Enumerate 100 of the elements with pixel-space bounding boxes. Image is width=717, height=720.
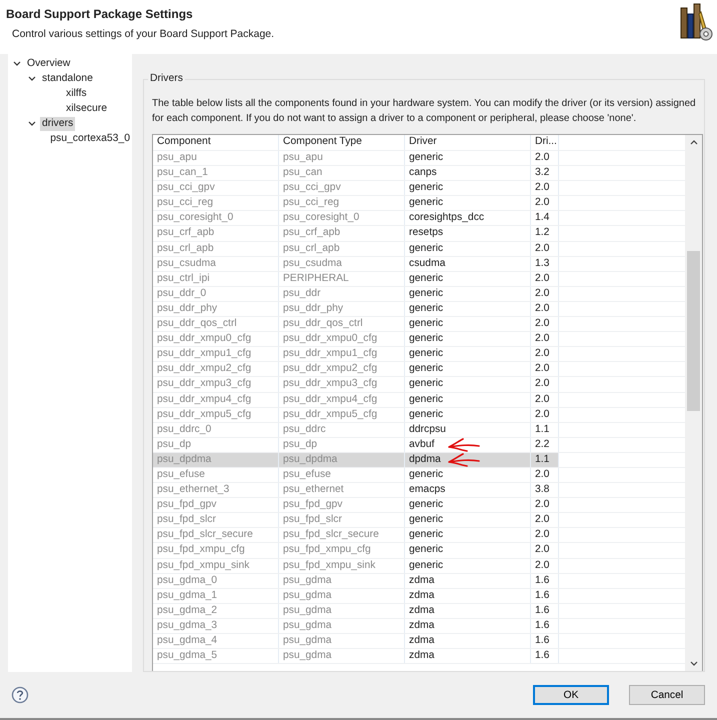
table-cell: psu_ddr_xmpu1_cfg [279, 347, 405, 362]
table-cell: 2.0 [531, 408, 559, 422]
table-row[interactable]: psu_ddr_0 psu_ddr generic 2.0 [153, 286, 685, 302]
table-cell: csudma [409, 258, 446, 269]
table-row[interactable]: psu_apu psu_apu generic 2.0 [153, 151, 685, 166]
table-cell: psu_can_1 [153, 166, 279, 180]
table-row[interactable]: psu_coresight_0 psu_coresight_0 coresightps_dcc 1.4 [153, 211, 685, 226]
dialog-button[interactable]: OK [533, 685, 609, 705]
table-cell: psu_efuse [279, 468, 405, 482]
table-row[interactable]: psu_crl_apb psu_crl_apb generic 2.0 [153, 242, 685, 257]
table-cell: psu_dpdma [279, 452, 405, 467]
column-header[interactable]: Component [153, 135, 279, 150]
chevron-icon[interactable] [27, 74, 37, 84]
table-cell: 2.0 [531, 286, 559, 301]
table-row[interactable]: psu_ctrl_ipi PERIPHERAL generic 2.0 [153, 272, 685, 287]
table-row[interactable]: psu_crf_apb psu_crf_apb resetps 1.2 [153, 226, 685, 242]
table-cell: psu_csudma [279, 256, 405, 271]
table-row[interactable]: psu_fpd_slcr_secure psu_fpd_slcr_secure generic 2.0 [153, 528, 685, 544]
tree-item[interactable]: drivers [40, 116, 76, 130]
table-cell: 2.0 [531, 347, 559, 362]
table-cell: 1.3 [531, 256, 559, 271]
table-cell: psu_gdma_4 [153, 634, 279, 648]
table-row[interactable]: psu_gdma_3 psu_gdma zdma 1.6 [153, 618, 685, 634]
scroll-up-icon[interactable] [688, 138, 698, 146]
table-cell: generic [409, 152, 444, 163]
table-cell: coresightps_dcc [409, 212, 484, 224]
table-cell: 1.6 [531, 574, 559, 588]
table-cell: psu_efuse [153, 468, 279, 482]
table-row[interactable]: psu_ddr_qos_ctrl psu_ddr_qos_ctrl generic 2.0 [153, 317, 685, 332]
table-cell: psu_ddr_xmpu4_cfg [279, 392, 405, 407]
table-cell: generic [409, 363, 444, 374]
chevron-icon[interactable] [12, 58, 22, 68]
column-header[interactable]: Driver [405, 135, 531, 150]
table-row[interactable]: psu_ethernet_3 psu_ethernet emacps 3.8 [153, 483, 685, 498]
scroll-thumb[interactable] [687, 251, 700, 411]
table-cell: psu_ddr_xmpu5_cfg [153, 408, 279, 422]
dialog-button[interactable]: Cancel [629, 685, 705, 705]
help-icon[interactable] [11, 686, 29, 704]
table-row[interactable]: psu_can_1 psu_can canps 3.2 [153, 166, 685, 182]
table-row[interactable]: psu_gdma_1 psu_gdma zdma 1.6 [153, 588, 685, 604]
table-cell: psu_gdma [279, 604, 405, 618]
table-cell: 1.1 [531, 452, 559, 467]
table-row[interactable]: psu_ddr_xmpu5_cfg psu_ddr_xmpu5_cfg generic 2.0 [153, 408, 685, 423]
column-header[interactable]: Dri... [531, 135, 559, 150]
table-row[interactable]: psu_efuse psu_efuse generic 2.0 [153, 468, 685, 484]
table-row[interactable]: psu_gdma_4 psu_gdma zdma 1.6 [153, 634, 685, 650]
scrollbar[interactable] [685, 135, 702, 671]
table-cell: generic [409, 318, 444, 330]
table-row[interactable]: psu_ddr_xmpu1_cfg psu_ddr_xmpu1_cfg generic 2.0 [153, 347, 685, 362]
table-row[interactable]: psu_cci_gpv psu_cci_gpv generic 2.0 [153, 181, 685, 196]
table-cell: 2.0 [531, 302, 559, 316]
table-cell: 1.6 [531, 634, 559, 648]
table-cell: psu_gdma [279, 588, 405, 603]
tree-item[interactable]: xilffs [64, 86, 89, 100]
table-cell: generic [409, 302, 444, 314]
column-header[interactable]: Component Type [279, 135, 405, 150]
scroll-down-icon[interactable] [688, 660, 698, 668]
table-row[interactable]: psu_fpd_xmpu_sink psu_fpd_xmpu_sink generic 2.0 [153, 558, 685, 574]
table-row[interactable]: psu_gdma_0 psu_gdma zdma 1.6 [153, 574, 685, 589]
table-row[interactable]: psu_csudma psu_csudma csudma 1.3 [153, 256, 685, 272]
table-row[interactable]: psu_cci_reg psu_cci_reg generic 2.0 [153, 196, 685, 212]
table-cell: psu_crf_apb [153, 226, 279, 241]
table-cell: psu_ddrc [279, 422, 405, 437]
table-row[interactable]: psu_ddrc_0 psu_ddrc ddrcpsu 1.1 [153, 422, 685, 438]
tree-item[interactable]: xilsecure [64, 102, 109, 116]
table-cell: 2.0 [531, 272, 559, 286]
table-cell: 2.0 [531, 181, 559, 196]
table-row[interactable]: psu_fpd_xmpu_cfg psu_fpd_xmpu_cfg generic 2.0 [153, 543, 685, 559]
table-row[interactable]: psu_ddr_xmpu2_cfg psu_ddr_xmpu2_cfg generic 2.0 [153, 362, 685, 378]
tree-item[interactable]: psu_cortexa53_0 [48, 132, 132, 146]
table-cell: resetps [409, 227, 444, 238]
table-row[interactable]: psu_fpd_gpv psu_fpd_gpv generic 2.0 [153, 498, 685, 514]
table-row[interactable]: psu_fpd_slcr psu_fpd_slcr generic 2.0 [153, 513, 685, 528]
table-row[interactable]: psu_ddr_xmpu4_cfg psu_ddr_xmpu4_cfg generic 2.0 [153, 392, 685, 408]
table-row[interactable]: psu_dpdma psu_dpdma dpdma 1.1 [153, 452, 685, 468]
table-cell: psu_gdma [279, 574, 405, 588]
table-cell: psu_ddr_phy [279, 302, 405, 316]
table-cell: psu_dp [153, 438, 279, 452]
chevron-icon[interactable] [27, 118, 37, 128]
table-cell: 2.0 [531, 242, 559, 256]
table-row[interactable]: psu_ddr_xmpu3_cfg psu_ddr_xmpu3_cfg generic 2.0 [153, 377, 685, 392]
table-cell: 2.0 [531, 528, 559, 542]
tree-item[interactable]: standalone [40, 72, 95, 86]
table-cell: 2.0 [531, 317, 559, 332]
table-row[interactable]: psu_ddr_phy psu_ddr_phy generic 2.0 [153, 302, 685, 318]
table-cell: psu_ddr_xmpu1_cfg [153, 347, 279, 362]
table-row[interactable]: psu_gdma_2 psu_gdma zdma 1.6 [153, 604, 685, 619]
tree-item[interactable]: Overview [25, 56, 72, 70]
table-cell: zdma [409, 590, 434, 601]
table-cell: psu_ddr_0 [153, 286, 279, 301]
table-cell: 1.4 [531, 211, 559, 226]
table-cell: generic [409, 378, 444, 390]
table-row[interactable]: psu_ddr_xmpu0_cfg psu_ddr_xmpu0_cfg generic 2.0 [153, 332, 685, 348]
table-cell: psu_ddr_xmpu3_cfg [153, 377, 279, 392]
table-cell: psu_gdma [279, 618, 405, 633]
table-cell: emacps [409, 484, 446, 496]
table-cell: psu_gdma_3 [153, 618, 279, 633]
table-cell: psu_ddr_xmpu2_cfg [153, 362, 279, 376]
table-cell: psu_ddr_xmpu2_cfg [279, 362, 405, 376]
table-row[interactable]: psu_gdma_5 psu_gdma zdma 1.6 [153, 649, 685, 664]
